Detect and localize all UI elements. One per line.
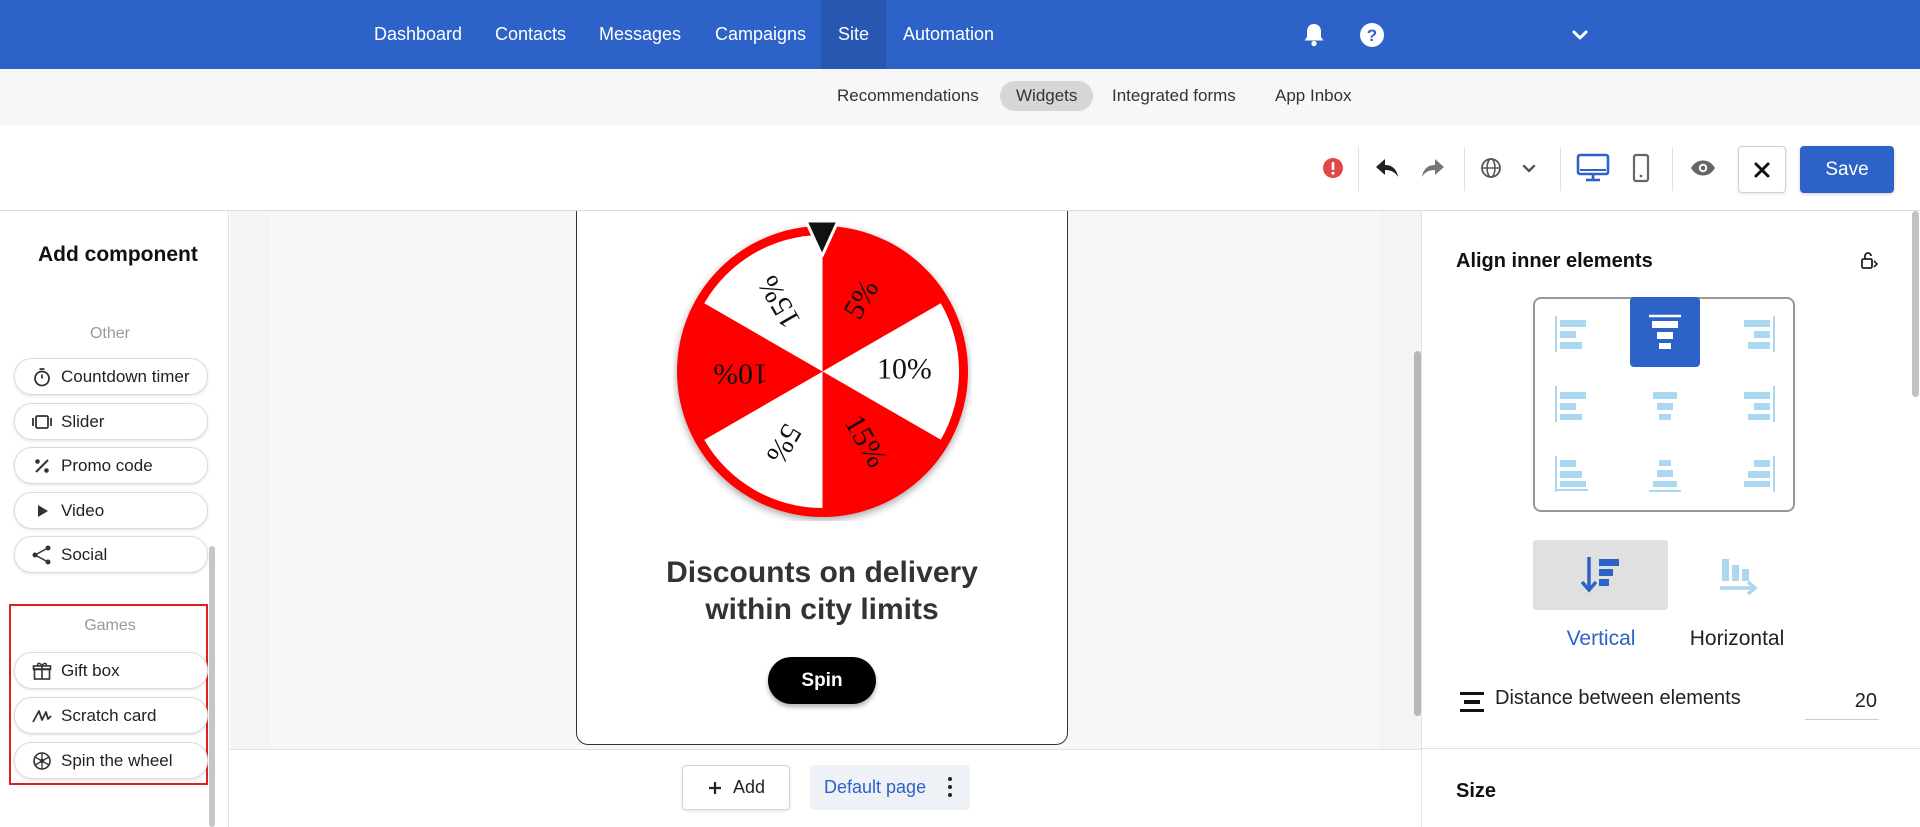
section-divider	[1421, 748, 1920, 749]
chevron-down-icon[interactable]	[1564, 19, 1596, 51]
nav-automation[interactable]: Automation	[886, 0, 1011, 69]
wheel-segment-label: 10%	[713, 358, 768, 391]
alignment-grid	[1533, 297, 1795, 512]
tab-recommendations[interactable]: Recommendations	[821, 81, 995, 111]
component-label: Social	[61, 544, 108, 564]
percent-icon	[31, 455, 53, 477]
component-countdown-timer[interactable]: Countdown timer	[14, 358, 208, 395]
align-middle-right[interactable]	[1723, 369, 1793, 439]
section-label-other: Other	[89, 325, 130, 342]
share-icon	[31, 544, 53, 566]
nav-campaigns[interactable]: Campaigns	[698, 0, 823, 69]
headline-line-1: Discounts on delivery	[666, 556, 978, 589]
play-icon	[31, 500, 53, 522]
close-icon	[1754, 162, 1770, 177]
wheel-pointer-icon	[804, 219, 840, 258]
tab-app-inbox[interactable]: App Inbox	[1259, 81, 1368, 111]
component-label: Gift box	[61, 660, 120, 680]
error-icon[interactable]	[1314, 149, 1352, 187]
align-bottom-center[interactable]	[1630, 439, 1700, 509]
align-top-right[interactable]	[1723, 299, 1793, 369]
vertical-direction-icon	[1580, 557, 1619, 593]
panel-title: Add component	[38, 243, 198, 266]
component-gift-box[interactable]: Gift box	[14, 652, 208, 689]
add-component-panel: Add component Other Countdown timer Slid…	[0, 211, 229, 827]
plus-icon	[708, 781, 721, 794]
component-video[interactable]: Video	[14, 492, 208, 529]
horizontal-direction-icon	[1719, 559, 1758, 596]
align-middle-center[interactable]	[1630, 369, 1700, 439]
wheel-segment-label: 10%	[877, 352, 932, 385]
chevron-down-icon[interactable]	[1510, 149, 1548, 187]
section-label-games: Games	[84, 617, 136, 634]
distance-label: Distance between elements	[1495, 687, 1741, 709]
page-tab-default[interactable]: Default page	[810, 765, 970, 810]
component-spin-the-wheel[interactable]: Spin the wheel	[14, 742, 208, 779]
distance-input[interactable]	[1805, 684, 1879, 720]
help-icon[interactable]: ?	[1356, 19, 1388, 51]
tab-integrated-forms[interactable]: Integrated forms	[1096, 81, 1252, 111]
widget-headline: Discounts on delivery within city limits	[576, 554, 1068, 628]
component-promo-code[interactable]: Promo code	[14, 447, 208, 484]
globe-icon[interactable]	[1472, 149, 1510, 187]
add-page-label: Add	[732, 777, 766, 797]
save-button[interactable]: Save	[1800, 146, 1894, 193]
component-label: Scratch card	[61, 705, 157, 725]
align-top-center[interactable]	[1630, 297, 1700, 367]
direction-horizontal-label: Horizontal	[1689, 627, 1785, 650]
headline-line-2: within city limits	[705, 593, 939, 626]
preview-eye-icon[interactable]	[1684, 149, 1722, 187]
add-page-button[interactable]: Add	[682, 765, 790, 810]
spacing-icon	[1460, 692, 1484, 712]
gift-icon	[31, 660, 53, 682]
align-section-title: Align inner elements	[1456, 250, 1653, 272]
align-bottom-left[interactable]	[1537, 439, 1607, 509]
editor-toolbar	[0, 125, 1920, 211]
direction-horizontal-button[interactable]	[1670, 540, 1805, 610]
component-label: Spin the wheel	[61, 750, 173, 770]
close-button[interactable]	[1738, 146, 1786, 193]
align-middle-left[interactable]	[1537, 369, 1607, 439]
page-tab-label: Default page	[824, 777, 927, 797]
spin-button[interactable]: Spin	[768, 657, 876, 704]
more-vertical-icon[interactable]	[948, 775, 952, 799]
right-scrollbar[interactable]	[1912, 211, 1919, 397]
component-scratch-card[interactable]: Scratch card	[14, 697, 208, 734]
align-top-left[interactable]	[1537, 299, 1607, 369]
bell-icon[interactable]	[1298, 19, 1330, 51]
slider-icon	[31, 411, 53, 433]
nav-site[interactable]: Site	[821, 0, 887, 69]
timer-icon	[31, 366, 53, 388]
desktop-icon[interactable]	[1574, 149, 1612, 187]
svg-text:?: ?	[1367, 26, 1377, 45]
component-social[interactable]: Social	[14, 536, 208, 573]
component-label: Countdown timer	[61, 366, 190, 386]
mobile-icon[interactable]	[1622, 149, 1660, 187]
scratch-icon	[31, 705, 53, 727]
top-navigation: Dashboard Contacts Messages Campaigns Si…	[0, 0, 1920, 69]
sub-navigation: Recommendations Widgets Integrated forms…	[0, 69, 1920, 125]
nav-messages[interactable]: Messages	[582, 0, 698, 69]
canvas-scrollbar[interactable]	[1414, 351, 1421, 716]
spin-wheel[interactable]: 5%10%15%5%10%15%	[673, 222, 972, 521]
component-slider[interactable]: Slider	[14, 403, 208, 440]
direction-vertical-button[interactable]	[1533, 540, 1668, 610]
size-section-title: Size	[1456, 780, 1497, 802]
unlock-icon[interactable]	[1859, 250, 1879, 270]
nav-dashboard[interactable]: Dashboard	[357, 0, 479, 69]
component-label: Video	[61, 500, 105, 520]
undo-icon[interactable]	[1368, 149, 1406, 187]
component-label: Slider	[61, 411, 105, 431]
wheel-icon	[31, 750, 53, 772]
redo-icon[interactable]	[1414, 149, 1452, 187]
nav-contacts[interactable]: Contacts	[478, 0, 583, 69]
tab-widgets[interactable]: Widgets	[1000, 81, 1094, 111]
align-bottom-right[interactable]	[1723, 439, 1793, 509]
component-label: Promo code	[61, 455, 153, 475]
left-scrollbar[interactable]	[209, 546, 215, 827]
